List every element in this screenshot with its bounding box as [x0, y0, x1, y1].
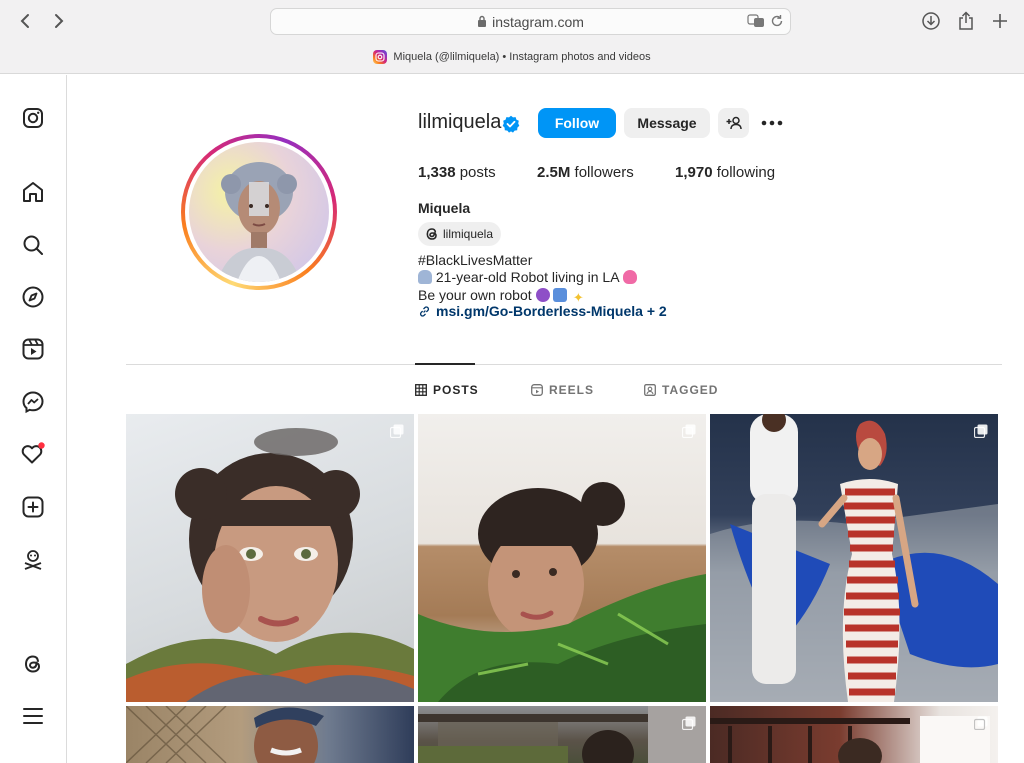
post-thumbnail[interactable]: [710, 414, 998, 702]
multiple-photos-icon: [681, 424, 696, 443]
home-icon[interactable]: [20, 179, 46, 205]
active-tab-indicator: [415, 363, 475, 365]
address-url: instagram.com: [492, 13, 584, 30]
posts-count-stat: 1,338 posts: [418, 164, 496, 181]
instagram-favicon-icon: [373, 50, 388, 64]
reels-icon[interactable]: [20, 336, 46, 362]
back-button[interactable]: [14, 10, 36, 32]
tab-reels[interactable]: REELS: [531, 383, 594, 397]
multiple-photos-icon: [389, 424, 404, 443]
bio-line-hashtag: #BlackLivesMatter: [418, 252, 532, 269]
follow-button[interactable]: Follow: [538, 108, 616, 138]
tab-reels-label: REELS: [549, 383, 595, 397]
multiple-photos-icon: [973, 424, 988, 443]
tab-tagged-label: TAGGED: [662, 383, 719, 397]
smiling-devil-emoji-icon: [535, 288, 550, 302]
following-count: 1,970: [675, 164, 713, 181]
profile-avatar-icon[interactable]: [20, 546, 46, 572]
browser-toolbar: instagram.com Miquela (@lilmiquela) • In…: [0, 0, 1024, 74]
new-tab-icon[interactable]: [989, 10, 1011, 32]
share-icon[interactable]: [955, 10, 977, 32]
post-image: [710, 716, 990, 763]
search-icon[interactable]: [20, 232, 46, 258]
instagram-logo-icon[interactable]: [20, 105, 46, 131]
post-thumbnail[interactable]: [126, 414, 414, 702]
bio-line-description: 21-year-old Robot living in LA: [418, 269, 637, 286]
post-thumbnail[interactable]: [126, 706, 414, 763]
bio-hashtag-text: #BlackLivesMatter: [418, 252, 533, 268]
bio-link-text: msi.gm/Go-Borderless-Miquela + 2: [436, 303, 667, 319]
profile-avatar-story-ring[interactable]: [181, 134, 337, 290]
downloads-icon[interactable]: [920, 10, 942, 32]
sparkling-heart-emoji-icon: [622, 270, 637, 284]
profile-avatar: [189, 142, 329, 282]
followers-stat[interactable]: 2.5M followers: [537, 164, 634, 181]
profile-username: lilmiquela: [418, 111, 502, 133]
post-thumbnail[interactable]: [710, 706, 998, 763]
tab-posts[interactable]: POSTS: [415, 383, 479, 397]
messenger-icon[interactable]: [20, 389, 46, 415]
post-image: [418, 482, 706, 702]
notifications-heart-icon[interactable]: [20, 441, 46, 467]
tab-posts-label: POSTS: [433, 383, 479, 397]
profile-options-button[interactable]: [760, 114, 784, 132]
threads-handle: lilmiquela: [443, 227, 494, 241]
lock-icon: [477, 14, 487, 30]
sidebar-nav: [0, 75, 67, 763]
avatar-portrait-image: [217, 162, 301, 282]
following-label: following: [716, 164, 776, 181]
tagged-person-icon: [644, 384, 656, 396]
bio-external-link[interactable]: msi.gm/Go-Borderless-Miquela + 2: [418, 303, 667, 319]
following-stat[interactable]: 1,970 following: [675, 164, 775, 181]
bio-description-text: 21-year-old Robot living in LA: [435, 269, 619, 285]
multiple-photos-icon: [681, 716, 696, 735]
profile-full-name: Miquela: [418, 200, 471, 216]
suggested-accounts-button[interactable]: [718, 108, 749, 138]
down-arrow-emoji-icon: [553, 288, 568, 302]
threads-icon[interactable]: [20, 651, 46, 677]
create-post-icon[interactable]: [20, 494, 46, 520]
post-image: [126, 706, 324, 763]
bio-tagline-text: Be your own robot: [418, 287, 532, 303]
verified-badge-icon: [502, 115, 520, 138]
explore-icon[interactable]: [20, 284, 46, 310]
tab-title-bar[interactable]: Miquela (@lilmiquela) • Instagram photos…: [0, 50, 1024, 64]
threads-profile-chip[interactable]: lilmiquela: [418, 222, 502, 246]
grid-icon: [415, 384, 427, 396]
address-bar[interactable]: instagram.com: [270, 8, 791, 35]
robot-emoji-icon: [418, 270, 432, 284]
post-thumbnail[interactable]: [418, 706, 706, 763]
translate-icon[interactable]: [747, 14, 765, 31]
link-icon: [419, 305, 430, 317]
posts-label: posts: [459, 164, 496, 181]
tab-tagged[interactable]: TAGGED: [644, 383, 718, 397]
tab-title-text: Miquela (@lilmiquela) • Instagram photos…: [393, 51, 651, 63]
post-image: [126, 428, 414, 702]
post-image: [418, 706, 706, 763]
post-image: [710, 414, 998, 702]
post-thumbnail[interactable]: [418, 414, 706, 702]
threads-logo-icon: [426, 228, 437, 240]
followers-count: 2.5M: [537, 164, 571, 181]
followers-label: followers: [574, 164, 634, 181]
message-button[interactable]: Message: [624, 108, 710, 138]
reload-icon[interactable]: [770, 14, 784, 31]
posts-count: 1,338: [418, 164, 456, 181]
tabs-divider: [126, 364, 1002, 365]
more-menu-icon[interactable]: [20, 703, 46, 729]
more-dots-icon: [761, 120, 783, 126]
forward-button[interactable]: [48, 10, 70, 32]
reels-tab-icon: [531, 384, 543, 396]
add-person-icon: [726, 116, 742, 130]
multiple-photos-icon: [973, 716, 988, 735]
